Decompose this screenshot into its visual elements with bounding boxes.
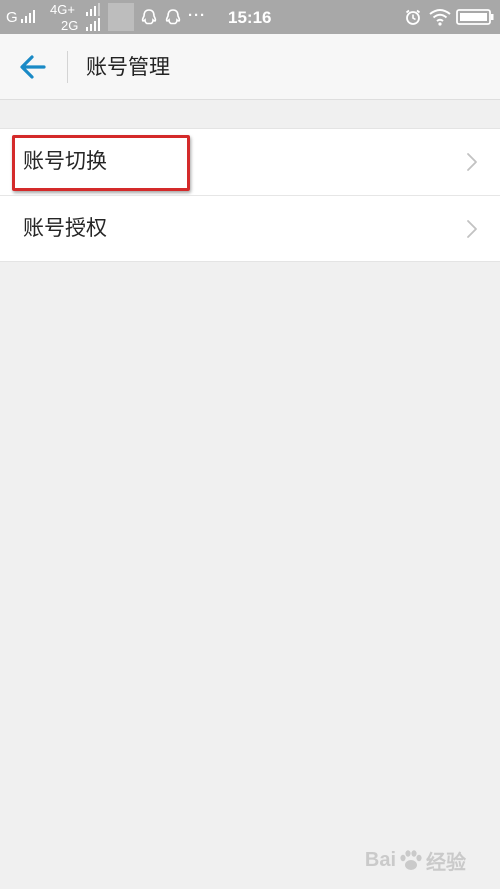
alarm-clock-icon [405, 9, 421, 25]
menu-item-label: 账号授权 [23, 216, 107, 240]
signal-strength-1-icon [21, 10, 35, 23]
page-title: 账号管理 [86, 55, 170, 79]
back-button[interactable] [14, 52, 54, 82]
status-bar: G 4G+ 2G ··· 15:16 [0, 0, 500, 34]
qq-icon-2 [165, 9, 181, 25]
carrier-1-label: G [6, 9, 18, 26]
watermark-brand: Bai [364, 849, 396, 871]
watermark-suffix: 经验 [426, 852, 466, 874]
signal-strength-3-icon [86, 18, 100, 31]
status-time: 15:16 [228, 8, 272, 27]
arrow-left-icon [20, 55, 46, 79]
toolbar-divider [67, 51, 68, 83]
notification-placeholder-icon [108, 3, 134, 31]
carrier-2-fallback-label: 2G [61, 18, 79, 33]
highlight-annotation-box [12, 135, 190, 191]
baidu-jingyan-watermark: Bai 经验 [365, 846, 466, 875]
account-menu-list: 账号切换 账号授权 [0, 128, 500, 262]
carrier-2-network-label: 4G+ [50, 2, 75, 17]
more-notifications-icon: ··· [188, 7, 206, 24]
app-toolbar: 账号管理 [0, 34, 500, 100]
paw-logo-icon [400, 849, 422, 870]
wifi-icon [429, 9, 451, 26]
signal-strength-2-icon [86, 3, 100, 16]
chevron-right-icon [467, 220, 477, 238]
menu-item-switch-account[interactable]: 账号切换 [0, 129, 500, 195]
chevron-right-icon [467, 153, 477, 171]
battery-icon [456, 9, 494, 25]
qq-icon [141, 9, 157, 25]
menu-item-account-authorization[interactable]: 账号授权 [0, 195, 500, 261]
